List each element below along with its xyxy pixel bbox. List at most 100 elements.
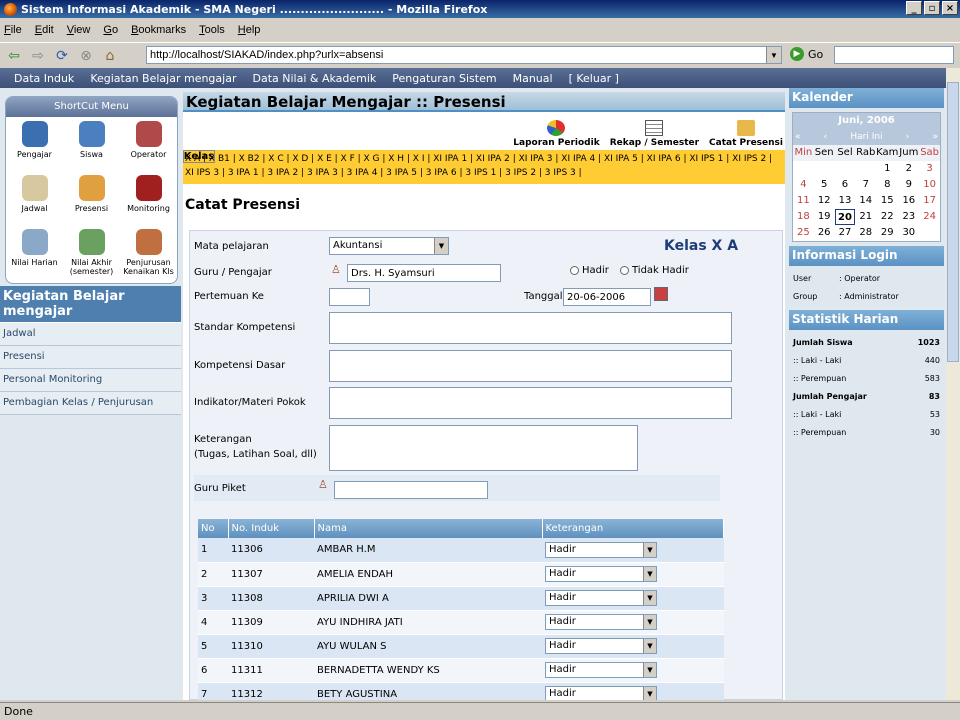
nav-kegiatan[interactable]: Kegiatan Belajar mengajar xyxy=(90,72,236,85)
calendar-day[interactable]: 26 xyxy=(814,225,835,241)
today-button[interactable]: Hari Ini xyxy=(850,132,882,142)
calendar-day[interactable]: 17 xyxy=(919,193,940,209)
menu-personal-monitoring[interactable]: Personal Monitoring xyxy=(0,369,181,392)
calendar-day[interactable]: 2 xyxy=(898,161,919,177)
keterangan-select[interactable]: Hadir ▼ xyxy=(545,566,657,582)
calendar-day[interactable]: 10 xyxy=(919,177,940,193)
menu-jadwal[interactable]: Jadwal xyxy=(0,323,181,346)
calendar-day[interactable]: 29 xyxy=(876,225,898,241)
hadir-radio[interactable]: Hadir xyxy=(570,265,609,276)
calendar-day[interactable]: 15 xyxy=(876,193,898,209)
shortcut-item[interactable]: Siswa xyxy=(63,121,120,171)
close-button[interactable]: × xyxy=(942,1,958,15)
keterangan-select[interactable]: Hadir ▼ xyxy=(545,541,657,558)
url-dropdown-icon[interactable]: ▼ xyxy=(766,47,781,63)
pertemuan-input[interactable] xyxy=(329,288,370,306)
menu-pembagian-kelas[interactable]: Pembagian Kelas / Penjurusan xyxy=(0,392,181,415)
mapel-select[interactable]: Akuntansi ▼ xyxy=(329,237,449,255)
calendar-icon[interactable] xyxy=(654,287,668,301)
menu-file[interactable]: File xyxy=(4,24,22,36)
back-icon[interactable]: ⇦ xyxy=(4,46,24,66)
rekap-semester-button[interactable]: Rekap / Semester xyxy=(610,120,699,148)
menu-help[interactable]: Help xyxy=(238,24,261,36)
forward-icon[interactable]: ⇨ xyxy=(28,46,48,66)
minimize-button[interactable]: _ xyxy=(906,1,922,15)
keterangan-select[interactable]: Hadir ▼ xyxy=(545,638,657,654)
calendar-day[interactable]: 20 xyxy=(834,209,856,225)
shortcut-item[interactable]: Nilai Harian xyxy=(6,229,63,279)
menu-go[interactable]: Go xyxy=(103,24,118,36)
calendar-day[interactable]: 1 xyxy=(876,161,898,177)
next-month-button[interactable]: › xyxy=(906,132,910,142)
stop-icon[interactable]: ⊗ xyxy=(76,46,96,66)
shortcut-item[interactable]: Nilai Akhir (semester) xyxy=(63,229,120,279)
calendar-day[interactable]: 24 xyxy=(919,209,940,225)
piket-input[interactable] xyxy=(334,481,488,499)
shortcut-item[interactable]: Monitoring xyxy=(120,175,177,225)
shortcut-item[interactable]: Operator xyxy=(120,121,177,171)
calendar-day[interactable]: 19 xyxy=(814,209,835,225)
calendar-day[interactable]: 30 xyxy=(898,225,919,241)
menu-presensi[interactable]: Presensi xyxy=(0,346,181,369)
shortcut-item[interactable]: Penjurusan Kenaikan Kls xyxy=(120,229,177,279)
calendar-day[interactable]: 7 xyxy=(855,177,876,193)
calendar-day[interactable]: 28 xyxy=(855,225,876,241)
prev-month-button[interactable]: ‹ xyxy=(824,132,828,142)
kompetensi-input[interactable] xyxy=(329,350,732,382)
calendar-day[interactable]: 27 xyxy=(835,225,856,241)
url-input[interactable]: http://localhost/SIAKAD/index.php?urlx=a… xyxy=(146,46,782,64)
keterangan-select[interactable]: Hadir ▼ xyxy=(545,662,657,678)
laporan-periodik-button[interactable]: Laporan Periodik xyxy=(513,120,600,148)
calendar-day[interactable]: 21 xyxy=(855,209,876,225)
nav-data-induk[interactable]: Data Induk xyxy=(14,72,74,85)
col-nama: Nama xyxy=(314,519,543,538)
calendar-day[interactable]: 22 xyxy=(876,209,898,225)
menu-tools[interactable]: Tools xyxy=(199,24,225,36)
nav-data-nilai[interactable]: Data Nilai & Akademik xyxy=(252,72,376,85)
calendar-day[interactable]: 3 xyxy=(919,161,940,177)
menu-edit[interactable]: Edit xyxy=(35,24,54,36)
calendar-day[interactable]: 12 xyxy=(814,193,835,209)
nav-pengaturan[interactable]: Pengaturan Sistem xyxy=(392,72,496,85)
calendar-day[interactable]: 9 xyxy=(898,177,919,193)
calendar-day[interactable]: 13 xyxy=(835,193,856,209)
guru-input[interactable]: Drs. H. Syamsuri xyxy=(347,264,501,282)
calendar-day[interactable]: 5 xyxy=(814,177,835,193)
scrollbar-thumb[interactable] xyxy=(947,82,959,362)
reload-icon[interactable]: ⟳ xyxy=(52,46,72,66)
indikator-input[interactable] xyxy=(329,387,732,419)
calendar-day[interactable]: 18 xyxy=(793,209,814,225)
standar-input[interactable] xyxy=(329,312,732,344)
shortcut-item[interactable]: Presensi xyxy=(63,175,120,225)
menu-bookmarks[interactable]: Bookmarks xyxy=(131,24,186,36)
calendar-day[interactable]: 11 xyxy=(793,193,814,209)
calendar-day[interactable]: 14 xyxy=(855,193,876,209)
shortcut-item[interactable]: Pengajar xyxy=(6,121,63,171)
calendar-day[interactable]: 6 xyxy=(835,177,856,193)
menubar: File Edit View Go Bookmarks Tools Help xyxy=(0,19,960,41)
calendar-day[interactable]: 8 xyxy=(876,177,898,193)
next-year-button[interactable]: » xyxy=(932,132,938,142)
calendar-day[interactable]: 16 xyxy=(898,193,919,209)
nav-manual[interactable]: Manual xyxy=(513,72,553,85)
tidak-hadir-radio[interactable]: Tidak Hadir xyxy=(620,265,689,276)
tanggal-input[interactable]: 20-06-2006 xyxy=(563,288,651,306)
vertical-scrollbar[interactable] xyxy=(946,68,960,700)
keterangan-select[interactable]: Hadir ▼ xyxy=(545,686,657,700)
maximize-button[interactable]: ▫ xyxy=(924,1,940,15)
calendar-day[interactable]: 25 xyxy=(793,225,814,241)
home-icon[interactable]: ⌂ xyxy=(100,46,120,66)
search-input[interactable] xyxy=(834,46,954,64)
go-button[interactable]: ▶ Go xyxy=(790,47,823,61)
prev-year-button[interactable]: « xyxy=(795,132,801,142)
keterangan-select[interactable]: Hadir ▼ xyxy=(545,590,657,606)
kelas-links[interactable]: X A | X B1 | X B2 | X C | X D | X E | X … xyxy=(183,150,785,184)
keterangan-input[interactable] xyxy=(329,425,638,471)
shortcut-item[interactable]: Jadwal xyxy=(6,175,63,225)
calendar-day[interactable]: 23 xyxy=(898,209,919,225)
nav-keluar[interactable]: [ Keluar ] xyxy=(569,72,619,85)
catat-presensi-button[interactable]: Catat Presensi xyxy=(709,120,783,148)
calendar-day[interactable]: 4 xyxy=(793,177,814,193)
menu-view[interactable]: View xyxy=(67,24,91,36)
keterangan-select[interactable]: Hadir ▼ xyxy=(545,614,657,630)
